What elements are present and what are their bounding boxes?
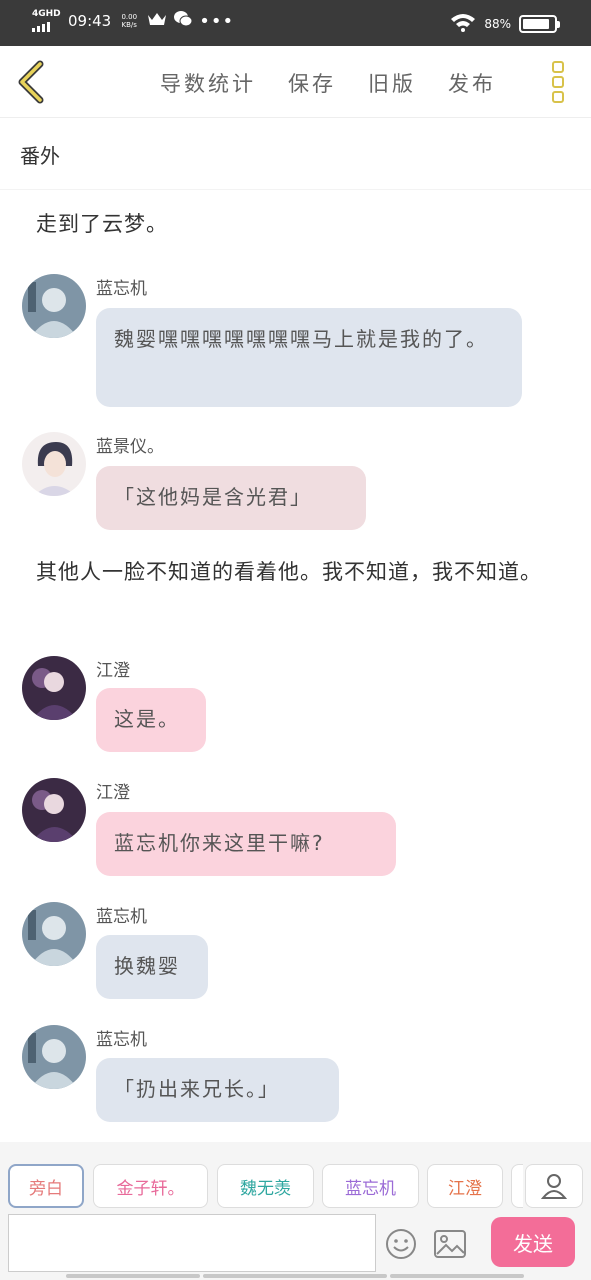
scroll-indicator xyxy=(390,1274,524,1278)
nav-publish[interactable]: 发布 xyxy=(448,68,496,98)
nav-stats[interactable]: 导数统计 xyxy=(160,68,256,98)
narration[interactable]: 走到了云梦。 xyxy=(36,206,556,242)
speaker-name: 蓝忘机 xyxy=(96,1030,147,1050)
image-icon xyxy=(434,1230,466,1258)
speaker-name: 江澄 xyxy=(96,661,130,681)
scroll-indicator xyxy=(66,1274,200,1278)
user-icon xyxy=(541,1174,567,1199)
smiley-icon xyxy=(386,1229,416,1259)
role-lanwangji[interactable]: 蓝忘机 xyxy=(322,1164,419,1208)
speaker-name: 蓝忘机 xyxy=(96,907,147,927)
add-role-button[interactable] xyxy=(525,1164,583,1208)
chat-bubble[interactable]: 「扔出来兄长。」 xyxy=(96,1058,339,1122)
clock: 09:43 xyxy=(68,12,112,30)
battery-icon xyxy=(519,14,560,33)
composer-bar: 旁白 金子轩。 魏无羡 蓝忘机 江澄 发送 xyxy=(0,1142,591,1280)
chat-bubble[interactable]: 蓝忘机你来这里干嘛? xyxy=(96,812,396,876)
battery-percent: 88% xyxy=(484,16,511,31)
chat-bubble[interactable]: 「这他妈是含光君」 xyxy=(96,466,366,530)
signal-icon: 4GHD xyxy=(32,9,61,32)
top-nav: 导数统计 保存 旧版 发布 xyxy=(0,46,591,118)
status-bar: 4GHD 09:43 0.00 KB/s ••• 88% xyxy=(0,0,591,46)
chevron-left-icon xyxy=(18,60,44,104)
speaker-name: 蓝景仪。 xyxy=(96,437,164,457)
image-button[interactable] xyxy=(434,1230,466,1258)
crown-icon xyxy=(147,11,167,31)
more-dots-icon: ••• xyxy=(199,10,235,32)
wechat-icon xyxy=(173,10,193,32)
role-narrator[interactable]: 旁白 xyxy=(8,1164,84,1208)
role-selector: 旁白 金子轩。 魏无羡 蓝忘机 江澄 xyxy=(8,1164,523,1210)
speaker-name: 蓝忘机 xyxy=(96,279,147,299)
chapter-title[interactable]: 番外 xyxy=(20,140,60,169)
message-input[interactable] xyxy=(8,1214,376,1272)
network-speed: 0.00 KB/s xyxy=(121,13,138,29)
nav-save[interactable]: 保存 xyxy=(288,68,336,98)
vertical-dots-icon[interactable] xyxy=(550,58,568,106)
back-button[interactable] xyxy=(12,60,52,104)
nav-menu: 导数统计 保存 旧版 发布 xyxy=(160,68,496,98)
avatar-jiangcheng[interactable] xyxy=(22,656,86,720)
avatar-lanwangji[interactable] xyxy=(22,274,86,338)
role-weiwuxian[interactable]: 魏无羡 xyxy=(217,1164,314,1208)
role-next[interactable] xyxy=(511,1164,523,1208)
role-jinzixuan[interactable]: 金子轩。 xyxy=(93,1164,208,1208)
wifi-icon xyxy=(450,12,476,35)
network-type: 4GHD xyxy=(32,9,61,19)
nav-old-version[interactable]: 旧版 xyxy=(368,68,416,98)
avatar-lanwangji[interactable] xyxy=(22,902,86,966)
chat-bubble[interactable]: 这是。 xyxy=(96,688,206,752)
narration[interactable]: 其他人一脸不知道的看着他。我不知道，我不知道。 xyxy=(36,554,556,590)
avatar-lanwangji[interactable] xyxy=(22,1025,86,1089)
chapter-header: 番外 xyxy=(0,118,591,190)
avatar-lanjingyi[interactable] xyxy=(22,432,86,496)
scroll-indicator xyxy=(203,1274,387,1278)
speaker-name: 江澄 xyxy=(96,783,130,803)
send-button[interactable]: 发送 xyxy=(491,1217,575,1267)
emoji-button[interactable] xyxy=(385,1228,417,1260)
chat-area[interactable]: 走到了云梦。 蓝忘机 魏婴嘿嘿嘿嘿嘿嘿嘿马上就是我的了。 蓝景仪。 「这他妈是含… xyxy=(0,190,591,1142)
role-jiangcheng[interactable]: 江澄 xyxy=(427,1164,503,1208)
avatar-jiangcheng[interactable] xyxy=(22,778,86,842)
chat-bubble[interactable]: 换魏婴 xyxy=(96,935,208,999)
chat-bubble[interactable]: 魏婴嘿嘿嘿嘿嘿嘿嘿马上就是我的了。 xyxy=(96,308,522,407)
